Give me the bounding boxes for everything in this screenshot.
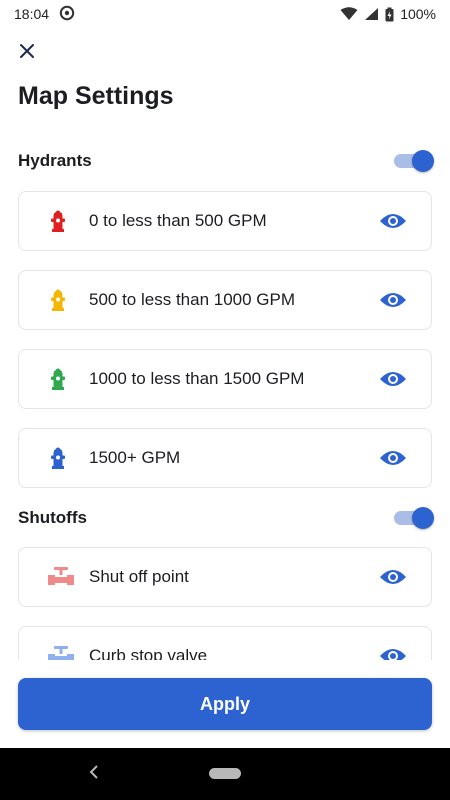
hydrant-filter-label: 1000 to less than 1500 GPM <box>89 369 305 388</box>
status-time: 18:04 <box>14 6 50 22</box>
hydrant-icon <box>47 206 69 236</box>
shutoffs-section-header: Shutoffs <box>18 504 434 532</box>
nav-back-button[interactable] <box>84 764 104 784</box>
hydrant-filter-1000-1500[interactable]: 1000 to less than 1500 GPM <box>18 349 432 409</box>
hydrant-filter-label: 500 to less than 1000 GPM <box>89 290 296 309</box>
settings-scroll-area[interactable]: Hydrants 0 to less than 500 GPM 500 to l… <box>0 130 450 660</box>
close-icon <box>19 43 35 64</box>
curb-stop-valve-icon <box>47 641 75 660</box>
hydrant-filter-label: 1500+ GPM <box>89 448 181 467</box>
hydrants-section-header: Hydrants <box>18 147 434 175</box>
nav-home-pill[interactable] <box>209 768 241 779</box>
status-bar: 18:04 100% <box>0 0 450 28</box>
eye-icon[interactable] <box>379 369 407 389</box>
shutoffs-toggle[interactable] <box>394 507 434 529</box>
hydrant-icon <box>47 364 69 394</box>
apply-button-container: Apply <box>18 678 432 730</box>
hydrants-toggle[interactable] <box>394 150 434 172</box>
eye-icon[interactable] <box>379 448 407 468</box>
apply-button[interactable]: Apply <box>18 678 432 730</box>
battery-percent: 100% <box>400 6 436 22</box>
close-button[interactable] <box>16 42 38 64</box>
eye-icon[interactable] <box>379 211 407 231</box>
wifi-icon <box>340 7 358 21</box>
shutoff-filter-shut-off-point[interactable]: Shut off point <box>18 547 432 607</box>
shutoffs-section-label: Shutoffs <box>18 508 87 527</box>
hydrant-filter-500-1000[interactable]: 500 to less than 1000 GPM <box>18 270 432 330</box>
shutoff-filter-label: Curb stop valve <box>89 646 208 660</box>
shutoff-point-icon <box>47 562 75 592</box>
eye-icon[interactable] <box>379 290 407 310</box>
eye-icon[interactable] <box>379 567 407 587</box>
shutoff-filter-curb-stop-valve[interactable]: Curb stop valve <box>18 626 432 660</box>
hydrant-icon <box>47 443 69 473</box>
hydrant-filter-label: 0 to less than 500 GPM <box>89 211 267 230</box>
signal-icon <box>364 7 379 21</box>
hydrant-filter-0-500[interactable]: 0 to less than 500 GPM <box>18 191 432 251</box>
shutoff-filter-label: Shut off point <box>89 567 189 586</box>
back-chevron-icon <box>89 764 99 784</box>
system-nav-bar <box>0 748 450 800</box>
hydrant-icon <box>47 285 69 315</box>
hydrants-section-label: Hydrants <box>18 151 92 170</box>
hydrant-filter-1500-plus[interactable]: 1500+ GPM <box>18 428 432 488</box>
battery-charging-icon <box>385 7 394 22</box>
do-not-disturb-icon <box>59 5 75 24</box>
eye-icon[interactable] <box>379 646 407 660</box>
page-title: Map Settings <box>18 82 174 110</box>
